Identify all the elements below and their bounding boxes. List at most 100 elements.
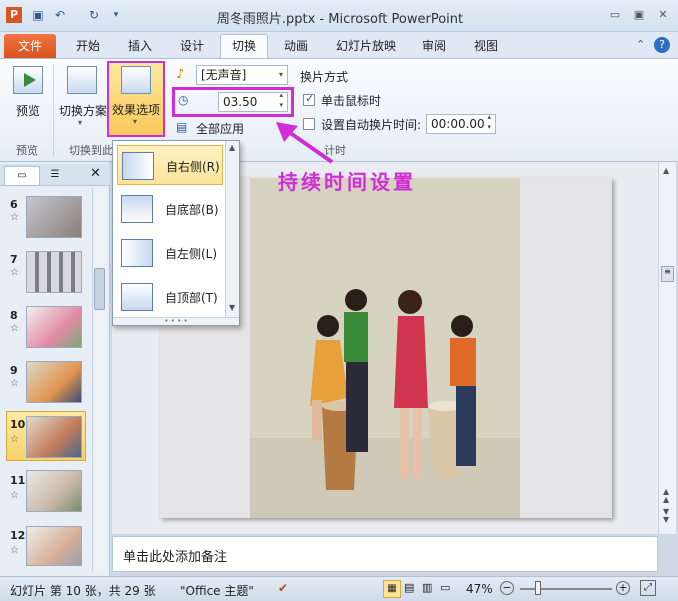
slide-thumbnail[interactable] — [26, 196, 82, 238]
checkmark-icon: ✓ — [305, 92, 315, 105]
next-slide-icon[interactable]: ▼ ▼ — [663, 508, 669, 524]
scroll-thumb[interactable]: ≡ — [661, 266, 674, 282]
sound-value: [无声音] — [201, 68, 247, 82]
slide-thumbnail[interactable] — [26, 361, 82, 403]
auto-advance-input[interactable]: 00:00.00 ▴ ▾ — [426, 112, 496, 134]
animation-star-icon: ☆ — [10, 267, 19, 278]
sound-icon: ♪ — [176, 67, 185, 82]
resize-grip[interactable]: • • • • — [113, 317, 239, 325]
tab-slideshow[interactable]: 幻灯片放映 — [328, 36, 404, 57]
animation-star-icon: ☆ — [10, 212, 19, 223]
tab-review[interactable]: 审阅 — [414, 36, 454, 57]
effect-options-label: 效果选项 — [111, 103, 160, 117]
save-icon[interactable]: ▣ — [30, 7, 46, 23]
scroll-thumb[interactable] — [94, 268, 105, 310]
slide-sorter-icon[interactable]: ▤ — [404, 581, 414, 594]
slide-thumbnail[interactable] — [26, 416, 82, 458]
animation-star-icon: ☆ — [10, 323, 19, 334]
slideshow-icon[interactable]: ▭ — [440, 581, 450, 594]
tab-design[interactable]: 设计 — [172, 36, 212, 57]
slide-thumbnail[interactable] — [26, 251, 82, 293]
effect-options-button[interactable]: 效果选项 ▾ — [107, 61, 165, 137]
slide-photo — [250, 178, 520, 518]
minimize-button[interactable]: ▭ — [604, 6, 626, 24]
slide-thumbnail[interactable] — [26, 470, 82, 512]
menu-item-from-left[interactable]: 自左侧(L) — [117, 233, 223, 273]
slide-number: 12 — [10, 529, 26, 542]
outline-tab-icon[interactable]: ☰ — [44, 166, 66, 184]
panel-scrollbar[interactable] — [92, 188, 106, 572]
slide-number: 11 — [10, 474, 26, 487]
zoom-in-icon[interactable]: + — [616, 581, 630, 595]
editor-scrollbar[interactable]: ▲ ≡ ▲ ▲ ▼ ▼ — [658, 162, 676, 534]
transition-scheme-button[interactable]: 切换方案 ▾ — [58, 62, 107, 132]
redo-icon[interactable]: ↻ — [86, 7, 102, 23]
slides-tab-icon[interactable]: ▭ — [4, 166, 40, 186]
menu-item-from-bottom[interactable]: 自底部(B) — [117, 189, 223, 229]
menu-item-label: 自右侧(R) — [166, 160, 220, 174]
scroll-down-icon[interactable]: ▼ — [229, 303, 235, 312]
auto-advance-value: 00:00.00 — [431, 117, 485, 131]
preview-label: 预览 — [15, 104, 40, 118]
menu-item-label: 自左侧(L) — [165, 247, 218, 261]
spinner-icon[interactable]: ▴ ▾ — [487, 112, 491, 132]
collapse-ribbon-icon[interactable]: ⌃ — [636, 38, 645, 51]
tab-transitions[interactable]: 切换 — [220, 34, 268, 59]
slide-thumbnail[interactable] — [26, 306, 82, 348]
from-left-icon — [121, 239, 153, 267]
customize-icon[interactable]: ▾ — [108, 7, 124, 23]
scroll-up-icon[interactable]: ▲ — [663, 166, 669, 175]
animation-star-icon: ☆ — [10, 378, 19, 389]
preview-button[interactable]: 预览 — [8, 62, 48, 122]
from-right-icon — [122, 152, 154, 180]
tab-animations[interactable]: 动画 — [276, 36, 316, 57]
normal-view-icon[interactable]: ▦ — [383, 580, 401, 598]
chevron-down-icon: ▾ — [78, 118, 83, 127]
chevron-down-icon: ▾ — [278, 70, 283, 79]
clock-icon: ◷ — [178, 93, 189, 107]
duration-input[interactable]: 03.50 ▴ ▾ — [218, 90, 288, 112]
slide-number: 6 — [10, 198, 18, 211]
menu-item-from-right[interactable]: 自右侧(R) — [117, 145, 223, 185]
menu-scrollbar[interactable]: ▲ ▼ — [225, 141, 239, 317]
advance-title: 换片方式 — [300, 70, 349, 84]
notes-placeholder: 单击此处添加备注 — [123, 550, 228, 565]
undo-icon[interactable]: ↶ — [52, 7, 68, 23]
status-bar: 幻灯片 第 10 张，共 29 张 "Office 主题" ✔ ▦ ▤ ▥ ▭ … — [0, 576, 678, 601]
restore-button[interactable]: ▣ — [628, 6, 650, 24]
separator — [53, 64, 54, 156]
transition-scheme-icon — [67, 66, 97, 94]
zoom-slider[interactable] — [520, 588, 612, 590]
from-bottom-icon — [121, 195, 153, 223]
notes-pane[interactable]: 单击此处添加备注 — [112, 536, 658, 572]
zoom-level[interactable]: 47% — [466, 582, 493, 596]
close-panel-icon[interactable]: ✕ — [90, 166, 101, 181]
effect-options-icon — [121, 66, 151, 94]
powerpoint-logo-icon[interactable]: P — [6, 7, 22, 23]
tab-home[interactable]: 开始 — [68, 36, 108, 57]
zoom-slider-handle[interactable] — [535, 581, 541, 595]
close-button[interactable]: ✕ — [652, 6, 674, 24]
theme-name[interactable]: "Office 主题" — [180, 582, 254, 599]
help-icon[interactable]: ? — [654, 37, 670, 53]
spinner-icon[interactable]: ▴ ▾ — [279, 90, 283, 110]
slide-info: 幻灯片 第 10 张，共 29 张 — [10, 584, 156, 598]
menu-item-from-top[interactable]: 自顶部(T) — [117, 277, 223, 317]
tab-insert[interactable]: 插入 — [120, 36, 160, 57]
annotation-arrow — [276, 122, 334, 164]
apply-all-button[interactable]: 全部应用 — [196, 120, 244, 137]
zoom-out-icon[interactable]: − — [500, 581, 514, 595]
slide-thumbnail[interactable] — [26, 526, 82, 566]
menu-item-label: 自底部(B) — [165, 203, 219, 217]
prev-slide-icon[interactable]: ▲ ▲ — [663, 488, 669, 504]
tab-file[interactable]: 文件 — [4, 34, 56, 58]
reading-view-icon[interactable]: ▥ — [422, 581, 432, 594]
sound-select[interactable]: [无声音] ▾ — [196, 65, 288, 85]
slide-number: 9 — [10, 364, 18, 377]
scroll-up-icon[interactable]: ▲ — [229, 143, 235, 152]
spellcheck-icon[interactable]: ✔ — [278, 581, 288, 595]
on-click-checkbox[interactable]: ✓ — [303, 92, 315, 106]
annotation-text: 持续时间设置 — [278, 170, 416, 194]
tab-view[interactable]: 视图 — [466, 36, 506, 57]
fit-window-icon[interactable]: ⤢ — [640, 580, 656, 596]
